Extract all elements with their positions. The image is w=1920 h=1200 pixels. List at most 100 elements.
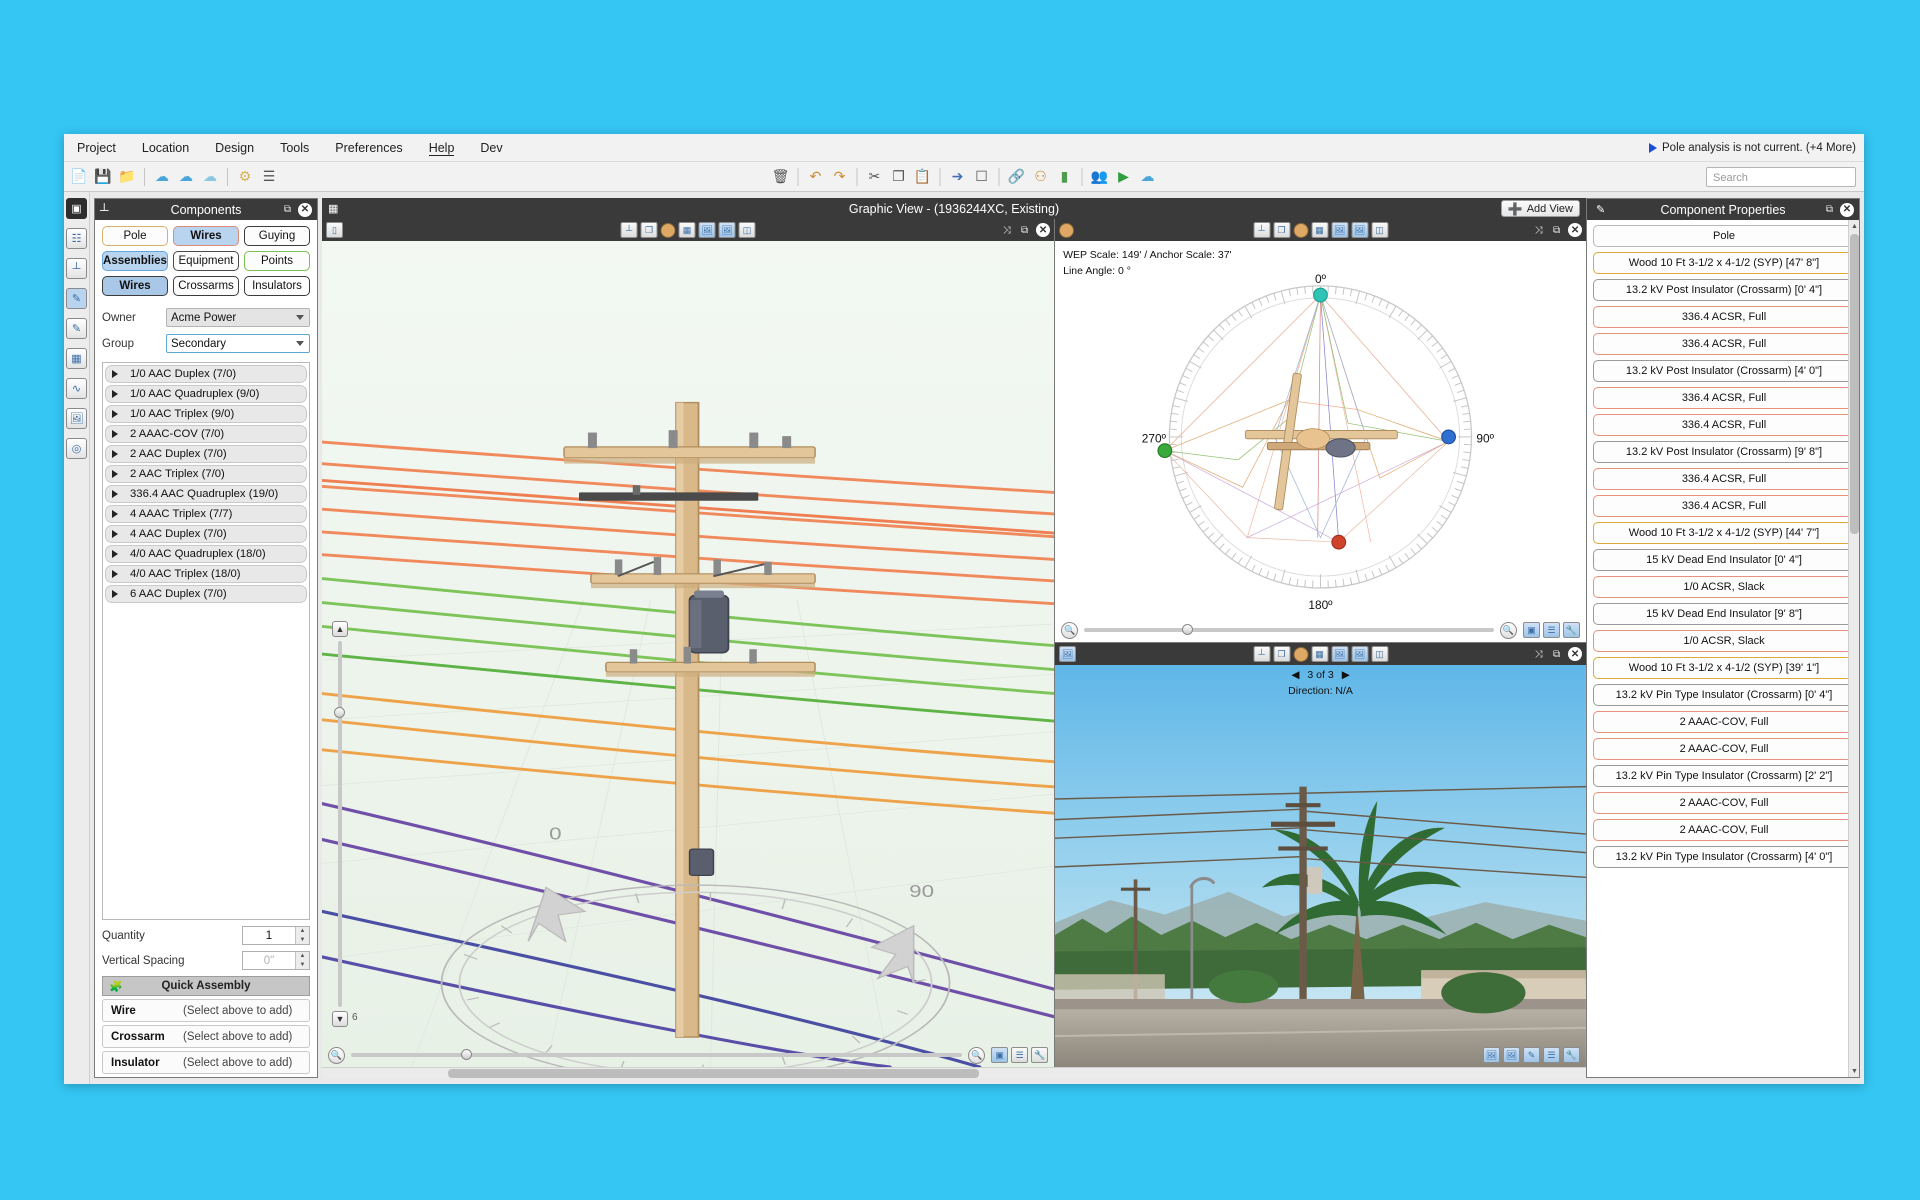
graphic-view-hscrollbar[interactable] xyxy=(322,1067,1586,1078)
list-item[interactable]: 2 AAC Triplex (7/0) xyxy=(105,465,307,483)
delete-icon[interactable]: 🗑 xyxy=(770,166,792,188)
tab-pole[interactable]: Pole xyxy=(102,226,168,246)
popout-icon[interactable]: ⧉ xyxy=(281,203,294,216)
property-item[interactable]: 336.4 ACSR, Full xyxy=(1593,387,1855,409)
cut-icon[interactable]: ✂ xyxy=(864,166,886,188)
close-icon[interactable]: ✕ xyxy=(1568,223,1583,237)
properties-scrollbar-thumb[interactable] xyxy=(1850,234,1859,534)
property-item[interactable]: 336.4 ACSR, Full xyxy=(1593,495,1855,517)
pole-icon[interactable]: ┴ xyxy=(66,258,87,279)
list-item[interactable]: 4 AAC Duplex (7/0) xyxy=(105,525,307,543)
sphere-icon[interactable] xyxy=(1293,646,1309,662)
photo-canvas[interactable]: ◀ 3 of 3 ▶ Direction: N/A 🖼 🖼 ✎ ☰ 🔧 xyxy=(1055,665,1587,1067)
property-item[interactable]: 336.4 ACSR, Full xyxy=(1593,306,1855,328)
list-item[interactable]: 1/0 AAC Quadruplex (9/0) xyxy=(105,385,307,403)
tab-equipment[interactable]: Equipment xyxy=(173,251,239,271)
close-icon[interactable]: ✕ xyxy=(298,202,312,217)
property-item[interactable]: 13.2 kV Pin Type Insulator (Crossarm) [4… xyxy=(1593,846,1855,868)
quick-assembly-row-crossarm[interactable]: Crossarm (Select above to add) xyxy=(102,1025,310,1048)
zoom-out-icon[interactable]: 🔍 xyxy=(1061,621,1079,639)
folder-open-icon[interactable]: 📁 xyxy=(116,166,138,188)
photo-prev-icon[interactable]: ◀ xyxy=(1291,669,1299,681)
polar-zoom-knob[interactable] xyxy=(1182,624,1194,635)
elevation-down-button[interactable]: ▼ xyxy=(332,1011,348,1027)
photo-edit-icon[interactable]: ✎ xyxy=(1523,1047,1541,1063)
new-document-icon[interactable]: 📄 xyxy=(68,166,90,188)
cloud-download-icon[interactable]: ☁ xyxy=(175,166,197,188)
list-item[interactable]: 4 AAAC Triplex (7/7) xyxy=(105,505,307,523)
pole-view-icon[interactable]: ┴ xyxy=(1253,646,1271,662)
expand-icon[interactable]: ⤨ xyxy=(1532,224,1545,237)
analysis-warning[interactable]: Pole analysis is not current. (+4 More) xyxy=(1649,142,1856,154)
property-item[interactable]: 2 AAAC-COV, Full xyxy=(1593,711,1855,733)
image-view-icon[interactable]: 🖼 xyxy=(718,222,736,238)
tab-guying[interactable]: Guying xyxy=(244,226,310,246)
photo-wrench-icon[interactable]: 🔧 xyxy=(1563,1047,1581,1063)
tab-crossarms[interactable]: Crossarms xyxy=(173,276,239,296)
property-item[interactable]: 15 kV Dead End Insulator [9' 8"] xyxy=(1593,603,1855,625)
elevation-up-button[interactable]: ▲ xyxy=(332,620,348,637)
copy-icon[interactable]: ❐ xyxy=(888,166,910,188)
chevron-right-icon[interactable] xyxy=(112,430,118,438)
photo-measure-icon[interactable]: ☰ xyxy=(1543,1047,1561,1063)
image-view-icon[interactable]: 🖼 xyxy=(1351,222,1369,238)
image-icon[interactable]: 🖼 xyxy=(66,408,87,429)
chevron-right-icon[interactable] xyxy=(112,530,118,538)
photo-view-icon[interactable]: 🖼 xyxy=(1331,646,1349,662)
zoom-slider[interactable] xyxy=(351,1049,963,1060)
menu-item-project[interactable]: Project xyxy=(64,137,129,159)
hscrollbar-thumb[interactable] xyxy=(448,1069,980,1078)
scroll-down-icon[interactable]: ▼ xyxy=(1850,1066,1859,1076)
image-view-icon[interactable]: 🖼 xyxy=(1351,646,1369,662)
zoom-slider-knob[interactable] xyxy=(461,1049,472,1060)
elevation-slider[interactable]: ▲ ▼ xyxy=(332,620,348,1027)
property-item[interactable]: 2 AAAC-COV, Full xyxy=(1593,819,1855,841)
save-icon[interactable]: 💾 xyxy=(92,166,114,188)
chevron-right-icon[interactable] xyxy=(112,370,118,378)
box-view-icon[interactable]: ◫ xyxy=(1371,222,1389,238)
properties-list[interactable]: Pole Wood 10 Ft 3-1/2 x 4-1/2 (SYP) [47' … xyxy=(1587,220,1859,1077)
pole-view-icon[interactable]: ┴ xyxy=(620,222,638,238)
tab-insulators[interactable]: Insulators xyxy=(244,276,310,296)
expand-icon[interactable]: ⤨ xyxy=(1532,648,1545,661)
cloud-run-icon[interactable]: ☁ xyxy=(1137,166,1159,188)
undo-icon[interactable]: ↶ xyxy=(805,166,827,188)
document-icon[interactable]: ▯ xyxy=(326,222,343,238)
close-icon[interactable]: ✕ xyxy=(1036,223,1051,237)
property-item[interactable]: Wood 10 Ft 3-1/2 x 4-1/2 (SYP) [47' 8"] xyxy=(1593,252,1855,274)
photo-fit-icon[interactable]: 🖼 xyxy=(1483,1047,1501,1063)
zoom-out-icon[interactable]: 🔍 xyxy=(328,1046,345,1064)
chevron-right-icon[interactable] xyxy=(112,570,118,578)
chevron-right-icon[interactable] xyxy=(112,490,118,498)
popout-icon[interactable]: ⧉ xyxy=(1018,224,1031,237)
tab-wires[interactable]: Wires xyxy=(173,226,239,246)
list-item[interactable]: 336.4 AAC Quadruplex (19/0) xyxy=(105,485,307,503)
layers-icon[interactable]: ☷ xyxy=(66,228,87,249)
play-icon[interactable]: ▶ xyxy=(1113,166,1135,188)
menu-item-location[interactable]: Location xyxy=(129,137,202,159)
wires-icon[interactable]: ∿ xyxy=(66,378,87,399)
group-select[interactable]: Secondary xyxy=(166,334,310,353)
box-view-icon[interactable]: ◫ xyxy=(1371,646,1389,662)
select-icon[interactable]: ➔ xyxy=(947,166,969,188)
edit-icon[interactable]: ✎ xyxy=(66,318,87,339)
close-icon[interactable]: ✕ xyxy=(1840,202,1854,217)
fit-view-icon[interactable]: ▣ xyxy=(991,1047,1009,1063)
quick-assembly-row-insulator[interactable]: Insulator (Select above to add) xyxy=(102,1051,310,1074)
property-item[interactable]: Wood 10 Ft 3-1/2 x 4-1/2 (SYP) [44' 7"] xyxy=(1593,522,1855,544)
wrench-icon[interactable]: 🔧 xyxy=(1031,1047,1049,1063)
grid-view-icon[interactable]: ▦ xyxy=(1311,222,1329,238)
property-item[interactable]: 336.4 ACSR, Full xyxy=(1593,333,1855,355)
owner-select[interactable]: Acme Power xyxy=(166,308,310,327)
grid-view-icon[interactable]: ▦ xyxy=(1311,646,1329,662)
property-item[interactable]: 1/0 ACSR, Slack xyxy=(1593,630,1855,652)
quantity-arrows[interactable]: ▲ ▼ xyxy=(295,927,309,944)
stepper-up-icon[interactable]: ▲ xyxy=(296,952,309,961)
measure-icon[interactable]: ☰ xyxy=(1011,1047,1029,1063)
magnet-icon[interactable]: ⚇ xyxy=(1030,166,1052,188)
menu-item-dev[interactable]: Dev xyxy=(467,137,515,159)
property-item[interactable]: 15 kV Dead End Insulator [0' 4"] xyxy=(1593,549,1855,571)
cloud-upload-icon[interactable]: ☁ xyxy=(151,166,173,188)
list-item[interactable]: 2 AAAC-COV (7/0) xyxy=(105,425,307,443)
list-item[interactable]: 4/0 AAC Quadruplex (18/0) xyxy=(105,545,307,563)
